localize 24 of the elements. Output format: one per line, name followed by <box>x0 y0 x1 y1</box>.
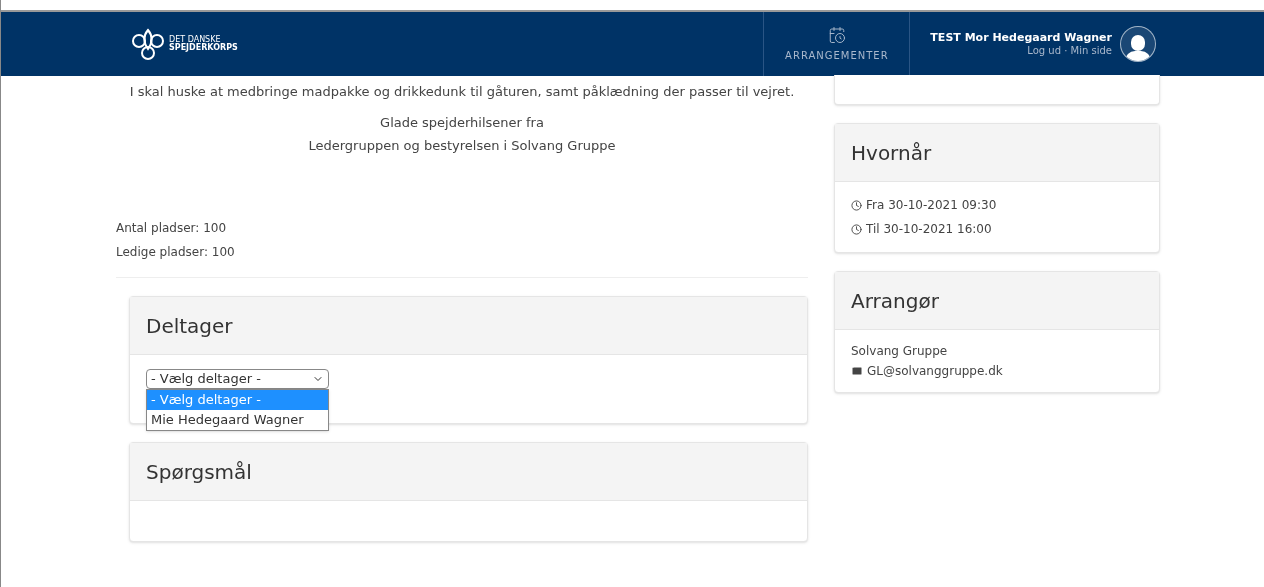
card-title: Arrangør <box>851 287 939 315</box>
time-text: Til 30-10-2021 16:00 <box>866 221 992 238</box>
description-text: Glade spejderhilsener fra Ledergruppen og bestyrelsen i Solvang Gruppe <box>308 114 616 155</box>
participant-select[interactable]: - Vælg deltager - <box>146 369 329 389</box>
dropdown-option[interactable]: Mie Hedegaard Wagner <box>147 410 328 430</box>
time-text: Fra 30-10-2021 09:30 <box>866 197 997 214</box>
seats-text: Ledige pladser: 100 <box>116 244 236 261</box>
avatar-icon[interactable] <box>1120 26 1156 62</box>
mail-icon <box>851 365 863 377</box>
clock-icon <box>851 199 862 211</box>
clock-icon <box>851 223 862 235</box>
seats-text: Antal pladser: 100 <box>116 220 228 237</box>
account-links[interactable]: Log ud · Min side <box>1027 44 1112 58</box>
organizer-email: GL@solvanggruppe.dk <box>867 363 1003 380</box>
calendar-clock-icon <box>827 25 846 44</box>
fleur-de-lis-logo-icon[interactable] <box>131 27 165 61</box>
card-title: Spørgsmål <box>146 458 252 486</box>
logo-text: SPEJDERKORPS <box>169 44 238 52</box>
card-title: Deltager <box>146 312 233 340</box>
organizer-name: Solvang Gruppe <box>851 343 949 360</box>
user-name: TEST Mor Hedegaard Wagner <box>930 30 1112 45</box>
card-title: Hvornår <box>851 139 932 167</box>
description-text: I skal huske at medbringe madpakke og drikkedunk til gåturen, samt påklædning der passer til vejret. <box>129 83 795 101</box>
logo-text: DET DANSKE <box>169 36 221 44</box>
